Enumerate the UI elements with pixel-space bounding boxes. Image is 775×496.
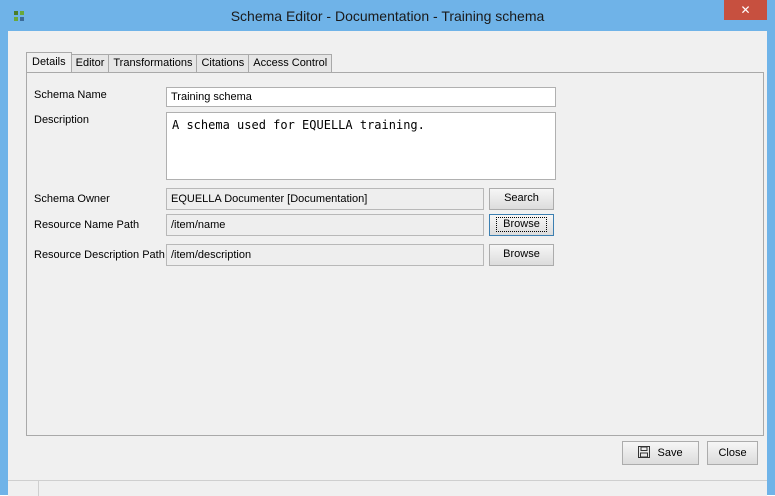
resource-description-path-browse-button[interactable]: Browse: [489, 244, 554, 266]
status-bar: [8, 480, 767, 496]
tab-bar: Details Editor Transformations Citations…: [26, 52, 333, 72]
app-window: Schema Editor - Documentation - Training…: [0, 0, 775, 496]
close-window-button[interactable]: ✕: [724, 0, 767, 20]
save-button[interactable]: Save: [622, 441, 699, 465]
schema-owner-label: Schema Owner: [34, 193, 110, 205]
window-content: Details Editor Transformations Citations…: [8, 31, 767, 496]
resource-description-path-label: Resource Description Path: [34, 249, 165, 261]
close-button[interactable]: Close: [707, 441, 758, 465]
floppy-disk-icon: [638, 446, 651, 458]
save-button-label: Save: [657, 447, 683, 459]
resource-description-path-field: /item/description: [166, 244, 484, 266]
schema-owner-field: EQUELLA Documenter [Documentation]: [166, 188, 484, 210]
status-divider: [38, 481, 39, 496]
tab-transformations[interactable]: Transformations: [108, 54, 198, 72]
schema-name-label: Schema Name: [34, 89, 107, 101]
tab-citations[interactable]: Citations: [196, 54, 250, 72]
resource-name-path-browse-button[interactable]: Browse: [489, 214, 554, 236]
close-icon: ✕: [740, 3, 751, 17]
details-panel: Schema Name Training schema Description …: [26, 72, 764, 436]
window-title: Schema Editor - Documentation - Training…: [230, 8, 545, 24]
schema-name-input[interactable]: Training schema: [166, 87, 556, 107]
browse-button-label: Browse: [496, 217, 547, 232]
tab-details[interactable]: Details: [26, 52, 72, 72]
schema-owner-search-button[interactable]: Search: [489, 188, 554, 210]
resource-name-path-label: Resource Name Path: [34, 219, 140, 231]
description-textarea[interactable]: A schema used for EQUELLA training.: [166, 112, 556, 180]
title-bar[interactable]: Schema Editor - Documentation - Training…: [0, 0, 775, 31]
tab-access-control[interactable]: Access Control: [248, 54, 333, 72]
resource-name-path-field: /item/name: [166, 214, 484, 236]
description-label: Description: [34, 114, 90, 126]
tab-editor[interactable]: Editor: [70, 54, 110, 72]
